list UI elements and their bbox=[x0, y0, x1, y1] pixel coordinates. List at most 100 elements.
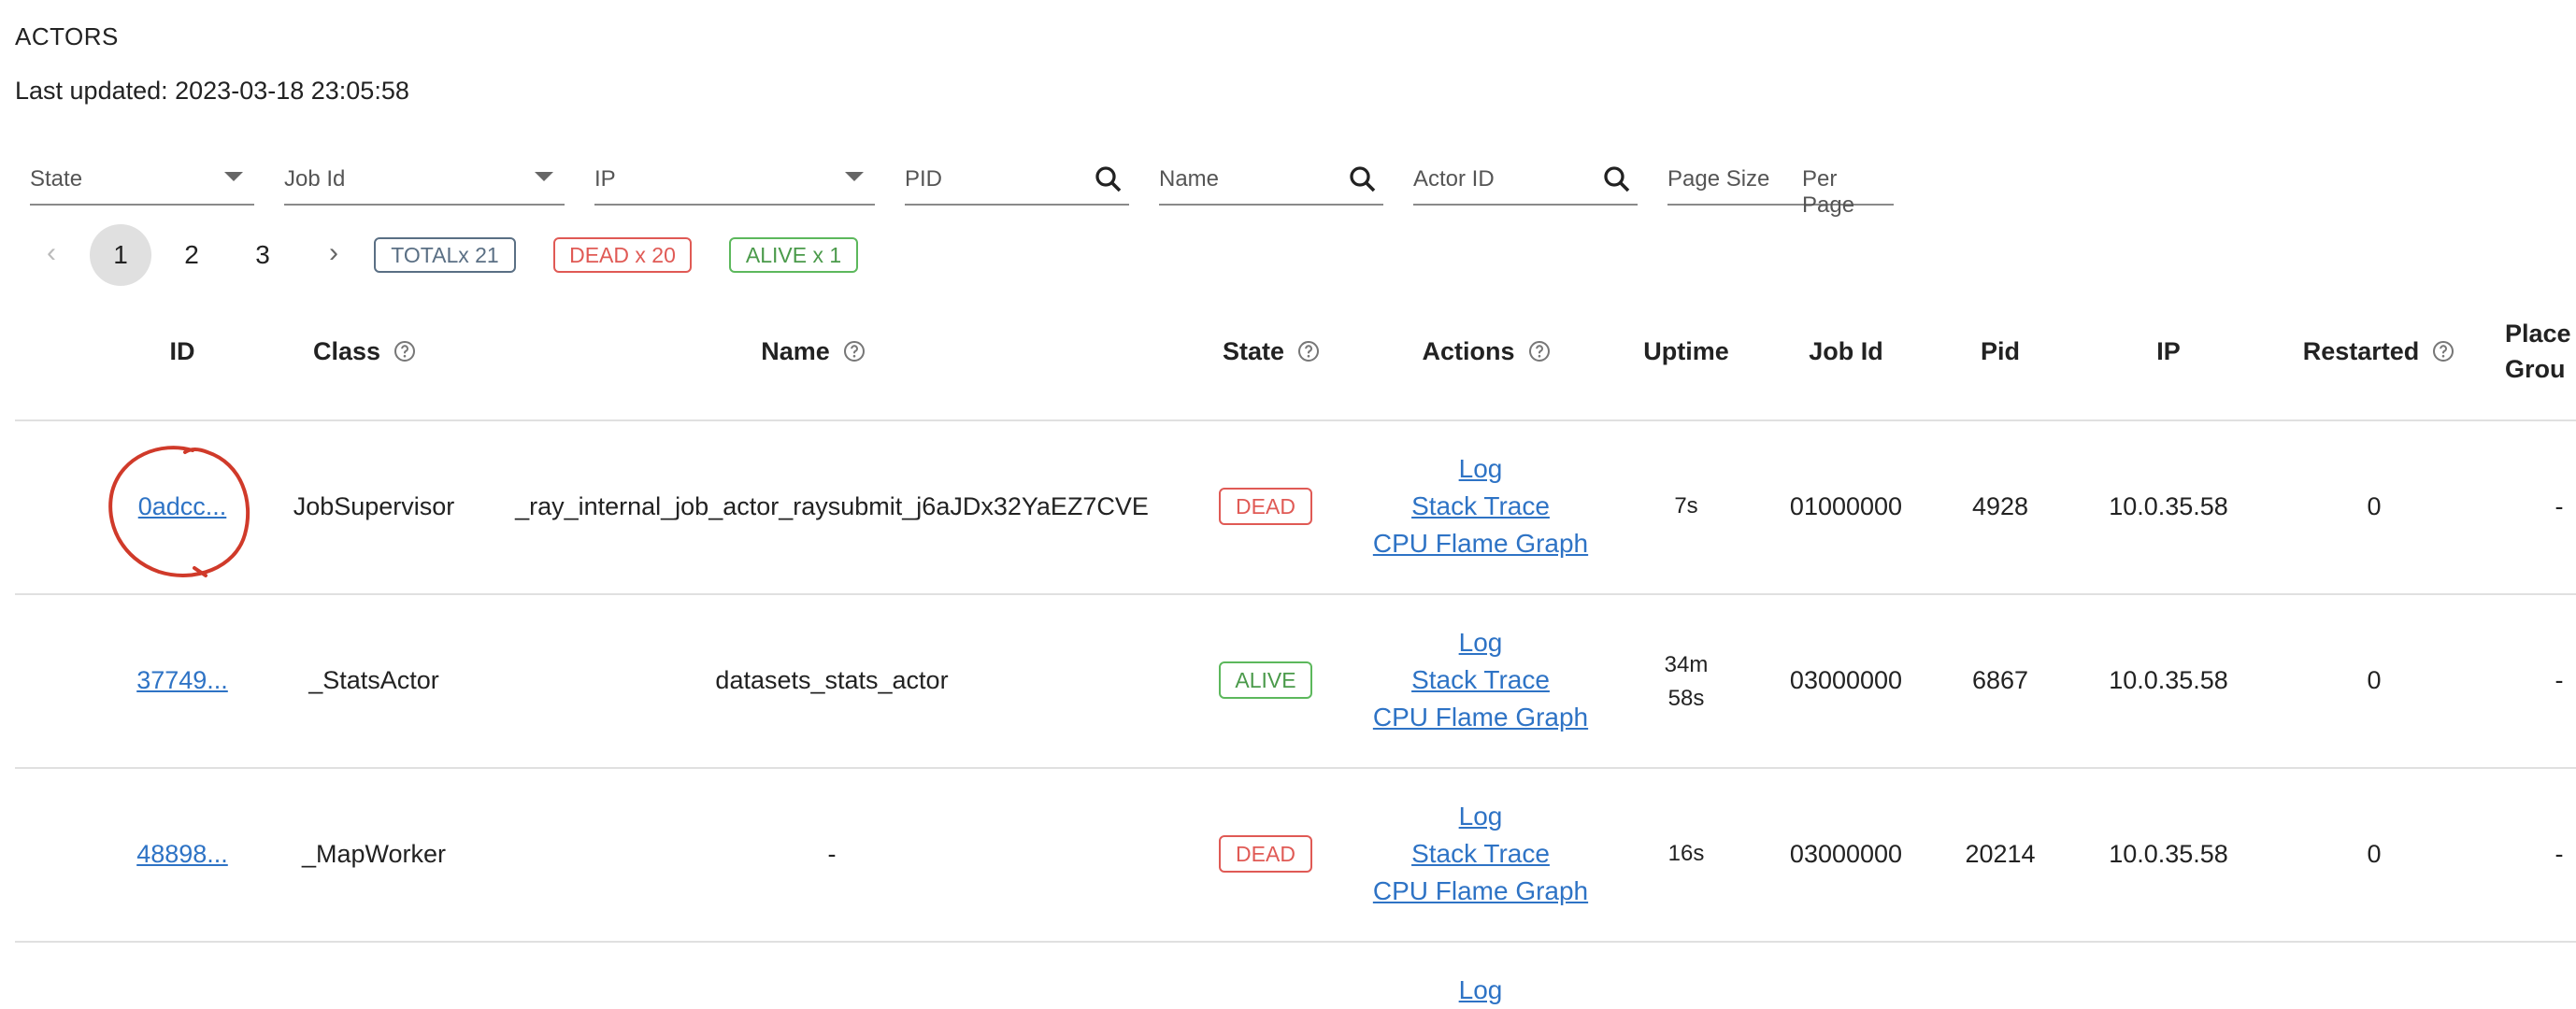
job-id-filter-select[interactable]: Job Id bbox=[284, 159, 565, 206]
log-link[interactable]: Log bbox=[1459, 798, 1503, 835]
column-header-label: Place bbox=[2505, 320, 2571, 348]
actor-class-cell: _StatsActor bbox=[308, 665, 439, 694]
column-header-label: Actions bbox=[1422, 336, 1515, 365]
actions-cell: Log Stack Trace CPU Flame Graph bbox=[1359, 450, 1602, 562]
dead-count-badge[interactable]: DEAD x 20 bbox=[553, 237, 692, 273]
actor-name-cell: datasets_stats_actor bbox=[715, 665, 949, 694]
ip-cell: 10.0.35.58 bbox=[2109, 839, 2228, 868]
actor-name-cell: - bbox=[827, 839, 837, 868]
page-2-button[interactable]: 2 bbox=[161, 224, 222, 286]
pid-cell: 4928 bbox=[1971, 491, 2029, 520]
uptime-value: 7s bbox=[1674, 493, 1698, 519]
uptime-value: 58s bbox=[1667, 686, 1705, 711]
cpu-flame-graph-link[interactable]: CPU Flame Graph bbox=[1373, 525, 1588, 562]
column-header-id[interactable]: ID bbox=[131, 334, 234, 368]
per-page-placeholder: Per Page bbox=[1802, 166, 1855, 218]
column-header-restarted[interactable]: Restarted bbox=[2281, 334, 2477, 368]
uptime-cell: 34m 58s bbox=[1636, 647, 1737, 718]
column-header-uptime[interactable]: Uptime bbox=[1626, 334, 1746, 368]
restarted-cell: 0 bbox=[2367, 491, 2382, 520]
row-divider bbox=[15, 767, 2576, 769]
column-header-job-id[interactable]: Job Id bbox=[1785, 334, 1907, 368]
help-icon[interactable] bbox=[2432, 340, 2454, 362]
cpu-flame-graph-link[interactable]: CPU Flame Graph bbox=[1373, 873, 1588, 910]
help-icon[interactable] bbox=[1297, 340, 1320, 362]
actor-id-link[interactable]: 0adcc... bbox=[138, 492, 227, 521]
state-filter-select[interactable]: State bbox=[30, 159, 254, 206]
cpu-flame-graph-link[interactable]: CPU Flame Graph bbox=[1373, 699, 1588, 736]
actions-cell: Log Stack Trace CPU Flame Graph bbox=[1359, 624, 1602, 736]
name-search-input[interactable]: Name bbox=[1159, 159, 1383, 206]
column-header-name[interactable]: Name bbox=[720, 334, 907, 368]
search-icon[interactable] bbox=[1092, 163, 1125, 196]
pid-search-input[interactable]: PID bbox=[905, 159, 1129, 206]
chevron-down-icon bbox=[535, 172, 553, 181]
stack-trace-link[interactable]: Stack Trace bbox=[1411, 488, 1550, 525]
pagination: ‹ 1 2 3 › TOTALx 21 DEAD x 20 ALIVE x 1 bbox=[0, 224, 935, 286]
uptime-cell: 16s bbox=[1636, 835, 1737, 873]
job-id-filter-label: Job Id bbox=[284, 166, 346, 192]
column-header-pid[interactable]: Pid bbox=[1944, 334, 2056, 368]
column-header-label: Class bbox=[312, 336, 381, 365]
help-icon[interactable] bbox=[843, 340, 866, 362]
log-link[interactable]: Log bbox=[1459, 972, 1503, 1009]
help-icon[interactable] bbox=[1528, 340, 1551, 362]
help-icon[interactable] bbox=[394, 340, 416, 362]
actor-id-link[interactable]: 48898... bbox=[136, 840, 228, 869]
uptime-value: 34m bbox=[1664, 652, 1709, 677]
restarted-cell: 0 bbox=[2367, 665, 2382, 694]
log-link[interactable]: Log bbox=[1459, 624, 1503, 661]
next-page-button[interactable]: › bbox=[305, 224, 363, 282]
actor-id-cell[interactable]: 0adcc... bbox=[112, 488, 252, 525]
placement-group-cell: - bbox=[2555, 839, 2564, 868]
actor-id-link[interactable]: 37749... bbox=[136, 666, 228, 695]
prev-page-button[interactable]: ‹ bbox=[22, 224, 80, 282]
name-search-placeholder: Name bbox=[1159, 166, 1220, 192]
status-badge: ALIVE bbox=[1219, 661, 1312, 699]
column-header-label: Name bbox=[761, 336, 830, 365]
placement-group-cell: - bbox=[2555, 491, 2564, 520]
ip-cell: 10.0.35.58 bbox=[2109, 491, 2228, 520]
ip-cell: 10.0.35.58 bbox=[2109, 665, 2228, 694]
last-updated-text: Last updated: 2023-03-18 23:05:58 bbox=[15, 77, 409, 105]
actions-cell: Log Stack Trace CPU Flame Graph bbox=[1359, 798, 1602, 910]
job-id-cell: 03000000 bbox=[1789, 839, 1903, 868]
ip-filter-select[interactable]: IP bbox=[594, 159, 875, 206]
actor-id-search-input[interactable]: Actor ID bbox=[1413, 159, 1638, 206]
alive-count-badge[interactable]: ALIVE x 1 bbox=[729, 237, 858, 273]
column-header-class[interactable]: Class bbox=[280, 334, 449, 368]
column-header-label: IP bbox=[2156, 336, 2181, 365]
search-icon[interactable] bbox=[1346, 163, 1380, 196]
column-header-ip[interactable]: IP bbox=[2103, 334, 2234, 368]
row-divider bbox=[15, 593, 2576, 595]
column-header-label: Pid bbox=[1980, 336, 2020, 365]
actor-id-cell[interactable]: 48898... bbox=[112, 835, 252, 873]
column-header-placement-group[interactable]: Place Grou bbox=[2505, 316, 2576, 387]
table-header-divider bbox=[15, 419, 2576, 421]
actor-name-cell: _ray_internal_job_actor_raysubmit_j6aJDx… bbox=[515, 491, 1149, 520]
page-3-button[interactable]: 3 bbox=[232, 224, 293, 286]
uptime-cell: 7s bbox=[1636, 488, 1737, 525]
page-size-input[interactable]: Page Size Per Page bbox=[1667, 159, 1894, 218]
page-1-button[interactable]: 1 bbox=[90, 224, 151, 286]
stack-trace-link[interactable]: Stack Trace bbox=[1411, 661, 1550, 699]
status-badge: DEAD bbox=[1219, 835, 1312, 873]
actions-cell: Log bbox=[1359, 972, 1602, 1009]
pid-cell: 20214 bbox=[1965, 839, 2036, 868]
job-id-cell: 01000000 bbox=[1789, 491, 1903, 520]
placement-group-cell: - bbox=[2555, 665, 2564, 694]
actor-id-cell[interactable]: 37749... bbox=[112, 661, 252, 699]
page-title: ACTORS bbox=[15, 22, 119, 50]
column-header-label: Grou bbox=[2505, 355, 2566, 383]
row-divider bbox=[15, 941, 2576, 943]
column-header-label: State bbox=[1222, 336, 1285, 365]
stack-trace-link[interactable]: Stack Trace bbox=[1411, 835, 1550, 873]
ip-filter-label: IP bbox=[594, 166, 616, 192]
column-header-state[interactable]: State bbox=[1187, 334, 1355, 368]
total-count-badge[interactable]: TOTALx 21 bbox=[374, 237, 516, 273]
column-header-label: Job Id bbox=[1809, 336, 1883, 365]
actor-id-search-placeholder: Actor ID bbox=[1413, 166, 1495, 192]
log-link[interactable]: Log bbox=[1459, 450, 1503, 488]
column-header-actions[interactable]: Actions bbox=[1393, 334, 1580, 368]
search-icon[interactable] bbox=[1600, 163, 1634, 196]
